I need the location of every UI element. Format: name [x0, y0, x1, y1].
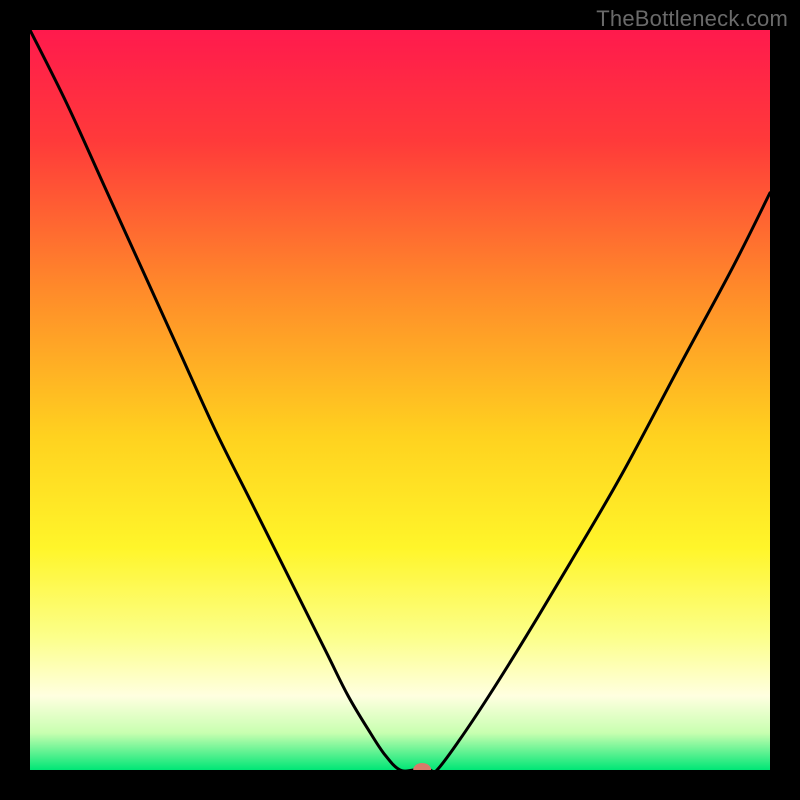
watermark-text: TheBottleneck.com — [596, 6, 788, 32]
bottleneck-chart — [30, 30, 770, 770]
gradient-background — [30, 30, 770, 770]
chart-frame: TheBottleneck.com — [0, 0, 800, 800]
